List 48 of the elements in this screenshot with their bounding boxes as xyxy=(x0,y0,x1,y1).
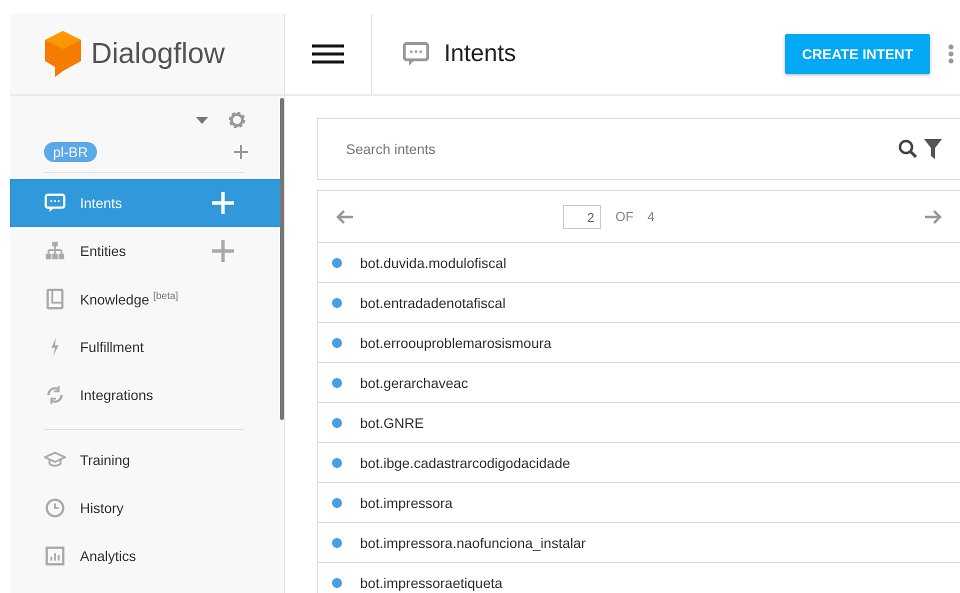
intent-name: bot.erroouproblemarosismoura xyxy=(360,334,552,350)
of-label: OF xyxy=(615,209,634,224)
intent-row[interactable]: bot.duvida.modulofiscal xyxy=(318,243,960,283)
intent-row[interactable]: bot.entradadenotafiscal xyxy=(318,283,960,323)
intent-name: bot.ibge.cadastrarcodigodacidade xyxy=(360,454,570,470)
hierarchy-icon xyxy=(44,240,66,262)
intent-name: bot.GNRE xyxy=(360,414,424,430)
menu-icon[interactable] xyxy=(312,44,344,64)
intent-name: bot.impressoraetiqueta xyxy=(360,574,502,590)
search-field[interactable]: Search intents xyxy=(344,140,892,158)
nav-item[interactable]: History xyxy=(10,484,284,532)
page-total: 4 xyxy=(647,209,655,224)
intent-name: bot.duvida.modulofiscal xyxy=(360,254,506,270)
intent-row[interactable]: bot.impressoraetiqueta xyxy=(318,563,960,593)
add-icon[interactable] xyxy=(212,240,234,262)
page-number-field[interactable]: 2 xyxy=(563,204,602,228)
next-arrow-icon[interactable] xyxy=(924,210,942,224)
intent-name: bot.entradadenotafiscal xyxy=(360,294,506,310)
chat-icon xyxy=(402,40,430,68)
intent-row[interactable]: bot.erroouproblemarosismoura xyxy=(318,323,960,363)
intent-row[interactable]: bot.ibge.cadastrarcodigodacidade xyxy=(318,443,960,483)
book-icon xyxy=(44,288,66,310)
dropdown-caret-icon[interactable] xyxy=(196,116,208,124)
nav-item[interactable]: Integrations xyxy=(10,371,284,419)
chart-icon xyxy=(44,545,66,567)
intent-row[interactable]: bot.impressora xyxy=(318,483,960,523)
nav-item[interactable]: Knowledge $^{[beta]}$ xyxy=(10,275,284,323)
intent-row[interactable]: bot.GNRE xyxy=(318,403,960,443)
filter-icon[interactable] xyxy=(924,139,942,159)
add-icon[interactable] xyxy=(234,145,248,159)
brand-name: Dialogflow xyxy=(91,38,225,70)
logo-icon xyxy=(43,29,83,79)
settings-icon[interactable] xyxy=(226,109,248,131)
more-icon[interactable] xyxy=(948,44,954,64)
intent-name: bot.gerarchaveac xyxy=(360,374,468,390)
intent-row[interactable]: bot.impressora.naofunciona_instalar xyxy=(318,523,960,563)
page-title: Intents xyxy=(444,40,516,68)
previous-arrow-icon[interactable] xyxy=(336,210,354,224)
chat-icon xyxy=(44,192,66,214)
nav-item[interactable]: Training xyxy=(10,436,284,484)
intent-name: bot.impressora.naofunciona_instalar xyxy=(360,534,586,550)
clock-icon xyxy=(44,497,66,519)
nav-item[interactable]: Fulfillment xyxy=(10,323,284,371)
search-icon[interactable] xyxy=(898,139,918,159)
nav-item[interactable]: Entities xyxy=(10,227,284,275)
intent-name: bot.impressora xyxy=(360,494,453,510)
intent-row[interactable]: bot.gerarchaveac xyxy=(318,363,960,403)
nav-item[interactable]: Analytics xyxy=(10,532,284,580)
